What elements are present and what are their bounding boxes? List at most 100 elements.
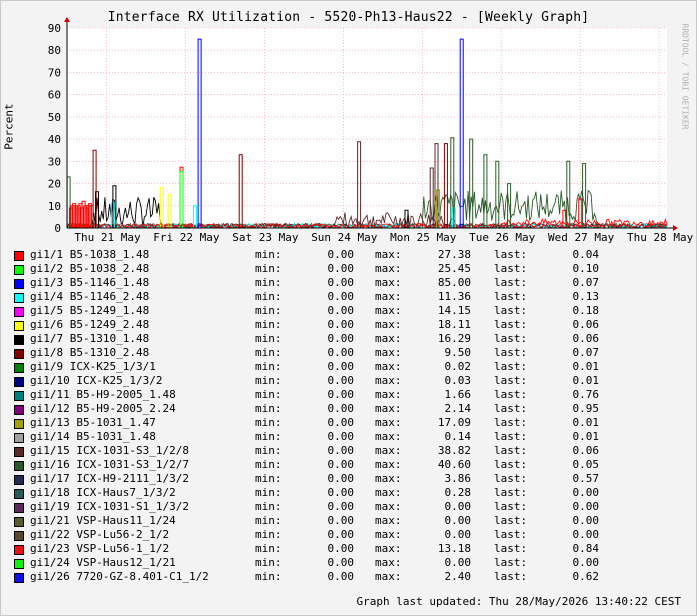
legend-row: gi1/12 B5-H9-2005_2.24 min: 0.00 max: 2.14 la… — [14, 402, 694, 416]
legend-min-label: min: — [255, 262, 282, 275]
legend-series-name: gi1/1 B5-1038_1.48 — [30, 248, 150, 261]
legend-series-name: gi1/15 ICX-1031-S3_1/2/8 — [30, 444, 189, 457]
legend-last-label: last: — [494, 360, 528, 373]
legend-swatch — [14, 489, 24, 499]
legend-min-value: 0.00 — [327, 486, 355, 499]
legend-swatch — [14, 279, 24, 289]
legend-swatch — [14, 503, 24, 513]
x-tick-label: Tue 26 May — [469, 231, 536, 244]
legend-swatch — [14, 447, 24, 457]
legend-row: gi1/10 ICX-K25_1/3/2 min: 0.00 max: 0.03 last… — [14, 374, 694, 388]
legend-series-name: gi1/13 B5-1031_1.47 — [30, 416, 156, 429]
legend-row: gi1/26 7720-GZ-8.401-C1_1/2 min: 0.00 max: 2… — [14, 570, 694, 584]
legend-swatch — [14, 419, 24, 429]
legend-max-label: max: — [375, 486, 402, 499]
legend-last-label: last: — [494, 472, 528, 485]
legend-swatch — [14, 545, 24, 555]
legend-series-name: gi1/16 ICX-1031-S3_1/2/7 — [30, 458, 189, 471]
legend-last-label: last: — [494, 332, 528, 345]
legend-last-value: 0.06 — [572, 318, 600, 331]
legend-min-label: min: — [255, 556, 282, 569]
legend-row: gi1/18 ICX-Haus7_1/3/2 min: 0.00 max: 0.28 la… — [14, 486, 694, 500]
legend-max-label: max: — [375, 472, 402, 485]
legend-row: gi1/8 B5-1310_2.48 min: 0.00 max: 9.50 last: 0… — [14, 346, 694, 360]
legend-swatch — [14, 531, 24, 541]
legend-min-label: min: — [255, 472, 282, 485]
legend-series-name: gi1/12 B5-H9-2005_2.24 — [30, 402, 176, 415]
legend-min-value: 0.00 — [327, 346, 355, 359]
legend-last-value: 0.01 — [572, 416, 600, 429]
legend-max-value: 2.40 — [444, 570, 472, 583]
legend-swatch — [14, 377, 24, 387]
legend-last-value: 0.01 — [572, 360, 600, 373]
legend-last-value: 0.06 — [572, 332, 600, 345]
legend-max-label: max: — [375, 290, 402, 303]
legend-min-label: min: — [255, 304, 282, 317]
legend-min-value: 0.00 — [327, 556, 355, 569]
legend-min-value: 0.00 — [327, 500, 355, 513]
legend-series-name: gi1/23 VSP-Lu56-1_1/2 — [30, 542, 170, 555]
legend-swatch — [14, 251, 24, 261]
legend-last-label: last: — [494, 402, 528, 415]
legend-swatch — [14, 405, 24, 415]
legend-max-value: 40.60 — [437, 458, 471, 471]
legend-min-value: 0.00 — [327, 402, 355, 415]
legend-max-value: 0.00 — [444, 500, 472, 513]
legend-max-label: max: — [375, 374, 402, 387]
legend-min-value: 0.00 — [327, 248, 355, 261]
legend-min-label: min: — [255, 332, 282, 345]
legend-min-value: 0.00 — [327, 416, 355, 429]
legend-last-value: 0.18 — [572, 304, 600, 317]
legend-row: gi1/17 ICX-H9-2111_1/3/2 min: 0.00 max: 3.86… — [14, 472, 694, 486]
legend-min-value: 0.00 — [327, 304, 355, 317]
legend-min-value: 0.00 — [327, 262, 355, 275]
legend-series-name: gi1/24 VSP-Haus12_1/21 — [30, 556, 176, 569]
legend-swatch — [14, 349, 24, 359]
legend-last-value: 0.95 — [572, 402, 600, 415]
legend-swatch — [14, 475, 24, 485]
legend-row: gi1/15 ICX-1031-S3_1/2/8 min: 0.00 max: 38.8… — [14, 444, 694, 458]
legend-min-label: min: — [255, 388, 282, 401]
legend-last-value: 0.10 — [572, 262, 600, 275]
legend-min-label: min: — [255, 486, 282, 499]
legend-last-label: last: — [494, 388, 528, 401]
legend-max-label: max: — [375, 556, 402, 569]
legend-series-name: gi1/17 ICX-H9-2111_1/3/2 — [30, 472, 189, 485]
legend-last-label: last: — [494, 318, 528, 331]
legend-series-name: gi1/19 ICX-1031-S1_1/3/2 — [30, 500, 189, 513]
legend-max-value: 38.82 — [437, 444, 471, 457]
legend-last-label: last: — [494, 416, 528, 429]
last-updated-text: Graph last updated: Thu 28/May/2026 13:4… — [356, 595, 681, 608]
legend-min-label: min: — [255, 374, 282, 387]
legend-max-value: 11.36 — [437, 290, 471, 303]
legend-max-value: 0.03 — [444, 374, 472, 387]
y-tick-label: 0 — [54, 222, 61, 235]
legend-max-value: 16.29 — [437, 332, 471, 345]
legend-row: gi1/9 ICX-K25_1/3/1 min: 0.00 max: 0.02 last:… — [14, 360, 694, 374]
legend-swatch — [14, 391, 24, 401]
y-axis-arrow — [64, 17, 70, 22]
legend-min-label: min: — [255, 346, 282, 359]
legend-row: gi1/6 B5-1249_2.48 min: 0.00 max: 18.11 last:… — [14, 318, 694, 332]
legend-row: gi1/5 B5-1249_1.48 min: 0.00 max: 14.15 last:… — [14, 304, 694, 318]
legend-max-value: 13.18 — [437, 542, 471, 555]
legend-min-value: 0.00 — [327, 276, 355, 289]
legend-last-value: 0.04 — [572, 248, 600, 261]
legend-max-label: max: — [375, 360, 402, 373]
legend-row: gi1/22 VSP-Lu56-2_1/2 min: 0.00 max: 0.00 las… — [14, 528, 694, 542]
legend-min-label: min: — [255, 416, 282, 429]
legend-last-label: last: — [494, 346, 528, 359]
legend-swatch — [14, 433, 24, 443]
legend-last-value: 0.62 — [572, 570, 600, 583]
legend-min-label: min: — [255, 570, 282, 583]
legend-row: gi1/21 VSP-Haus11_1/24 min: 0.00 max: 0.00 la… — [14, 514, 694, 528]
y-tick-label: 20 — [48, 178, 61, 191]
legend-last-value: 0.07 — [572, 346, 600, 359]
legend-row: gi1/13 B5-1031_1.47 min: 0.00 max: 17.09 last… — [14, 416, 694, 430]
legend-last-label: last: — [494, 374, 528, 387]
legend-max-label: max: — [375, 388, 402, 401]
x-tick-label: Mon 25 May — [390, 231, 457, 244]
legend-min-label: min: — [255, 500, 282, 513]
legend: gi1/1 B5-1038_1.48 min: 0.00 max: 27.38 last:… — [14, 248, 694, 584]
legend-series-name: gi1/11 B5-H9-2005_1.48 — [30, 388, 176, 401]
